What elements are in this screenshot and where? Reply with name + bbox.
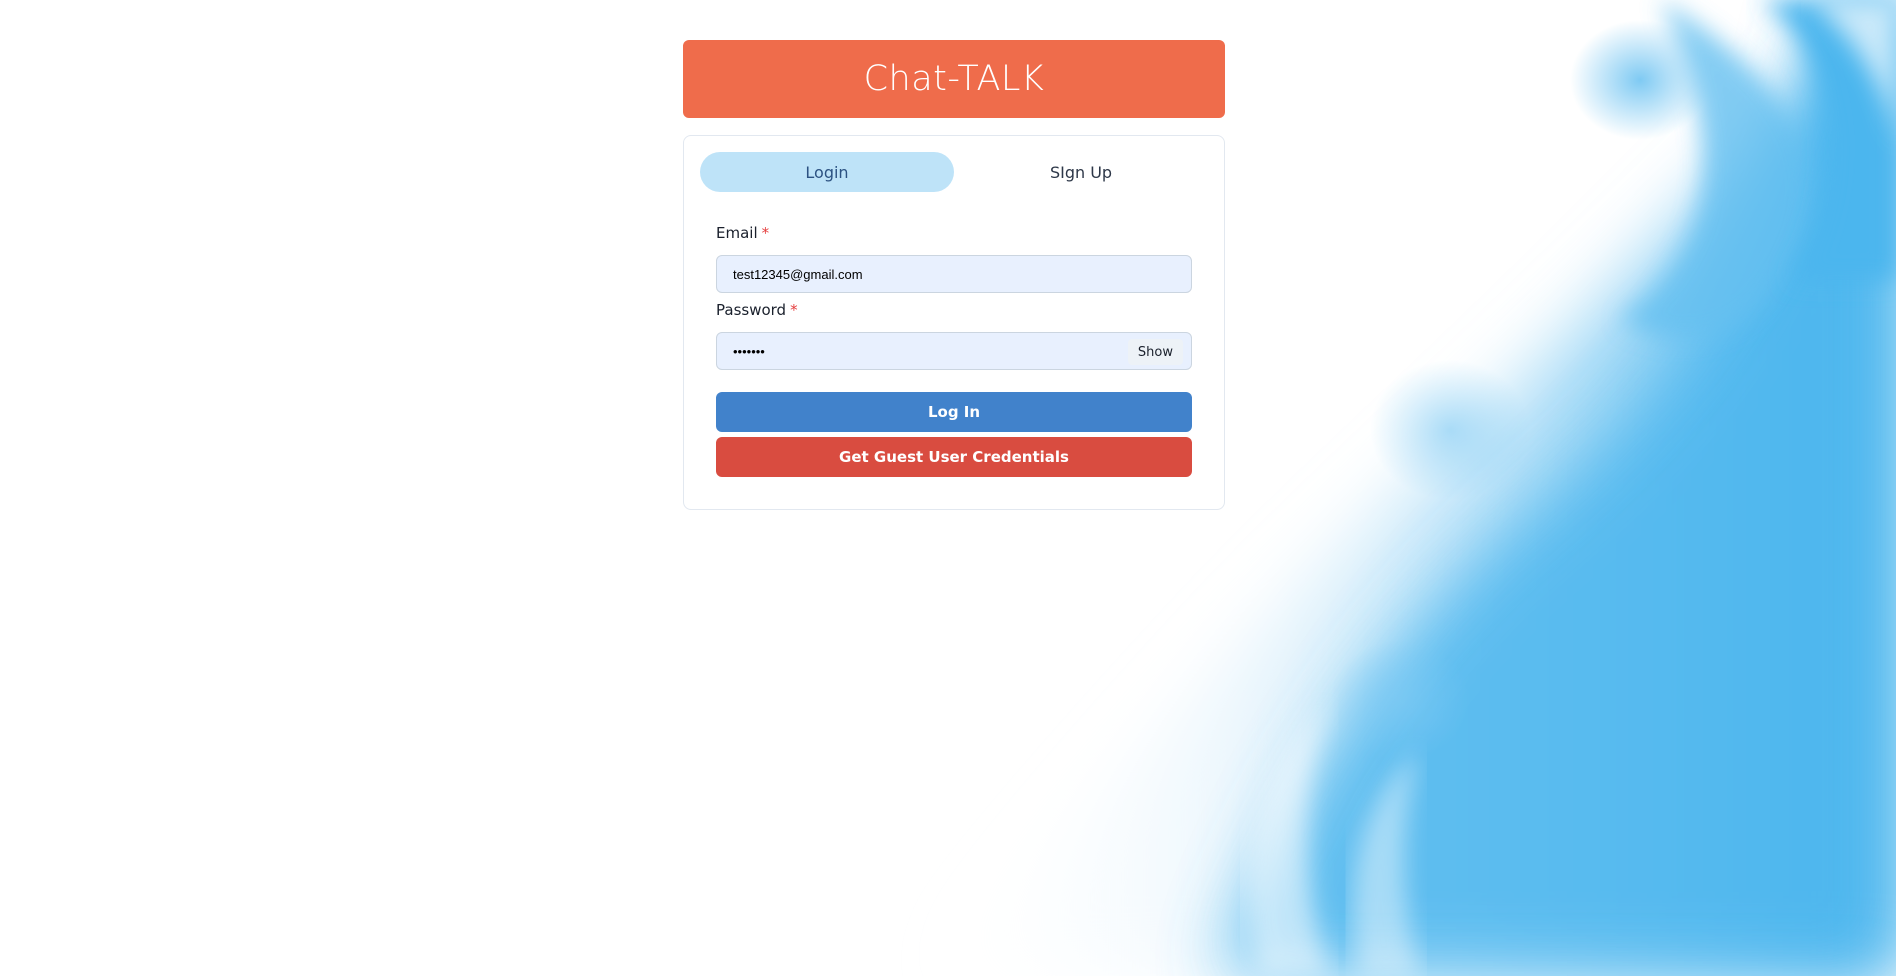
email-label-text: Email bbox=[716, 224, 758, 242]
email-field[interactable]: test12345@gmail.com bbox=[716, 255, 1192, 293]
password-field[interactable]: ••••••• Show bbox=[716, 332, 1192, 370]
password-label-text: Password bbox=[716, 301, 787, 319]
email-required-mark: * bbox=[761, 224, 770, 242]
guest-credentials-button[interactable]: Get Guest User Credentials bbox=[716, 437, 1192, 477]
show-password-button[interactable]: Show bbox=[1127, 339, 1183, 365]
log-in-button[interactable]: Log In bbox=[716, 392, 1192, 432]
password-value: ••••••• bbox=[733, 343, 765, 359]
email-value: test12345@gmail.com bbox=[733, 266, 863, 282]
tab-login[interactable]: Login bbox=[700, 152, 954, 192]
password-label: Password * bbox=[716, 301, 798, 319]
email-label: Email * bbox=[716, 224, 769, 242]
password-required-mark: * bbox=[790, 301, 798, 319]
tab-sign-up[interactable]: SIgn Up bbox=[954, 152, 1208, 192]
auth-card: Login SIgn Up Email * test12345@gmail.com… bbox=[683, 135, 1225, 510]
auth-tabs: Login SIgn Up bbox=[700, 152, 1208, 192]
app-title: Chat-TALK bbox=[863, 59, 1045, 99]
app-title-banner: Chat-TALK bbox=[683, 40, 1225, 118]
